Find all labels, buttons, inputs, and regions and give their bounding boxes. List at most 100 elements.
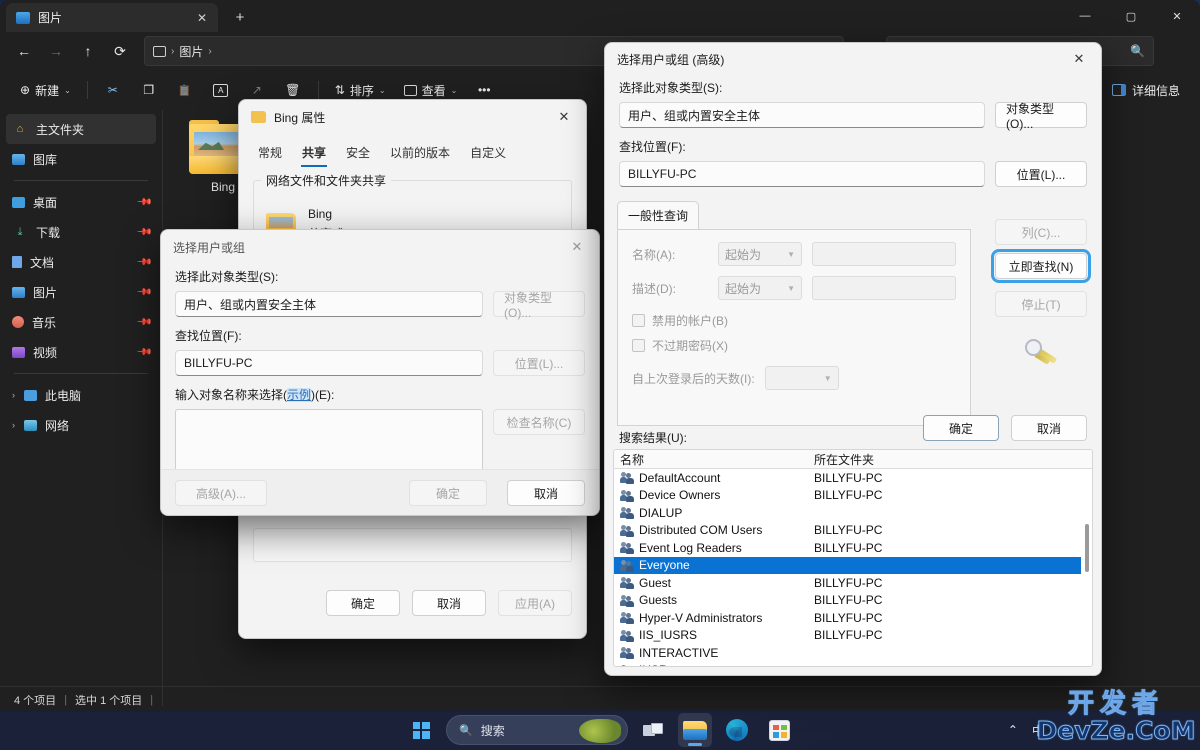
- object-type-field[interactable]: 用户、组或内置安全主体: [619, 102, 985, 128]
- show-hidden-icons-icon[interactable]: ⌃: [1008, 723, 1018, 737]
- sidebar-item-downloads[interactable]: ⤓ 下载 📌: [6, 217, 156, 247]
- sidebar-item-gallery[interactable]: 图库: [6, 144, 156, 174]
- tab-general[interactable]: 常规: [249, 138, 291, 168]
- description-input[interactable]: [812, 276, 956, 300]
- table-row[interactable]: Everyone: [614, 556, 1092, 574]
- forward-icon[interactable]: →: [40, 36, 72, 66]
- ok-button[interactable]: 确定: [409, 480, 487, 506]
- find-now-button[interactable]: 立即查找(N): [991, 249, 1091, 283]
- sidebar-item-network[interactable]: › 网络: [6, 410, 156, 440]
- table-row[interactable]: Guests BILLYFU-PC: [614, 592, 1092, 610]
- ok-button[interactable]: 确定: [923, 415, 999, 441]
- cut-button[interactable]: ✂: [96, 75, 130, 105]
- location-field[interactable]: BILLYFU-PC: [175, 350, 483, 376]
- non-expiring-password-checkbox[interactable]: 不过期密码(X): [632, 337, 956, 354]
- table-row[interactable]: INTERACTIVE: [614, 644, 1092, 662]
- table-row[interactable]: DefaultAccount BILLYFU-PC: [614, 469, 1092, 487]
- object-type-button[interactable]: 对象类型(O)...: [493, 291, 585, 320]
- back-icon[interactable]: ←: [8, 36, 40, 66]
- apply-button[interactable]: 应用(A): [498, 590, 572, 616]
- name-operator-select[interactable]: 起始为 ▼: [718, 242, 802, 266]
- explorer-tab-pictures[interactable]: 图片 ✕: [6, 3, 218, 32]
- file-explorer-taskbar-button[interactable]: [678, 713, 712, 747]
- close-icon[interactable]: ✕: [561, 234, 593, 260]
- pin-icon[interactable]: 📌: [135, 344, 152, 361]
- taskbar-search[interactable]: 🔍 搜索: [446, 715, 628, 745]
- details-pane-button[interactable]: 详细信息: [1104, 75, 1188, 105]
- close-icon[interactable]: ✕: [1063, 46, 1095, 72]
- chevron-right-icon[interactable]: ›: [12, 420, 15, 430]
- breadcrumb-current[interactable]: 图片: [179, 43, 203, 60]
- tab-customize[interactable]: 自定义: [461, 138, 515, 168]
- columns-button[interactable]: 列(C)...: [995, 219, 1087, 245]
- table-row[interactable]: Distributed COM Users BILLYFU-PC: [614, 522, 1092, 540]
- store-taskbar-button[interactable]: [762, 713, 796, 747]
- chevron-right-icon[interactable]: ›: [12, 390, 15, 400]
- description-operator-select[interactable]: 起始为 ▼: [718, 276, 802, 300]
- result-name: Event Log Readers: [639, 540, 742, 555]
- name-input[interactable]: [812, 242, 956, 266]
- tab-previous-versions[interactable]: 以前的版本: [381, 138, 459, 168]
- pin-icon[interactable]: 📌: [135, 314, 152, 331]
- advanced-button[interactable]: 高级(A)...: [175, 480, 267, 506]
- table-row[interactable]: Event Log Readers BILLYFU-PC: [614, 539, 1092, 557]
- start-button[interactable]: [404, 713, 438, 747]
- cancel-button[interactable]: 取消: [507, 480, 585, 506]
- tab-sharing[interactable]: 共享: [293, 138, 335, 168]
- new-tab-button[interactable]: +: [228, 6, 252, 28]
- sidebar-item-documents[interactable]: 文档 📌: [6, 247, 156, 277]
- search-results-list[interactable]: 名称 所在文件夹 DefaultAccount BILLYFU-PC Devic…: [613, 449, 1093, 667]
- sidebar-item-pictures[interactable]: 图片 📌: [6, 277, 156, 307]
- examples-link[interactable]: 示例: [287, 388, 312, 402]
- new-button[interactable]: ⊕ 新建 ⌄: [12, 75, 79, 105]
- tab-security[interactable]: 安全: [337, 138, 379, 168]
- cancel-button[interactable]: 取消: [412, 590, 486, 616]
- ime-indicator[interactable]: 中: [1032, 722, 1044, 739]
- sidebar-item-desktop[interactable]: 桌面 📌: [6, 187, 156, 217]
- pin-icon[interactable]: 📌: [135, 284, 152, 301]
- tab-common-queries[interactable]: 一般性查询: [617, 201, 700, 229]
- pin-icon[interactable]: 📌: [135, 254, 152, 271]
- days-since-logon-select[interactable]: ▼: [764, 366, 839, 390]
- up-icon[interactable]: ↑: [72, 36, 104, 66]
- close-icon[interactable]: ✕: [1154, 0, 1200, 32]
- location-button[interactable]: 位置(L)...: [493, 350, 585, 376]
- rename-button[interactable]: A: [204, 75, 238, 105]
- search-icon[interactable]: 🔍: [1130, 44, 1145, 58]
- close-icon[interactable]: ✕: [548, 104, 580, 130]
- object-names-input[interactable]: [175, 409, 483, 475]
- location-button[interactable]: 位置(L)...: [995, 161, 1087, 187]
- table-row[interactable]: Guest BILLYFU-PC: [614, 574, 1092, 592]
- sidebar-item-videos[interactable]: 视频 📌: [6, 337, 156, 367]
- sidebar-item-music[interactable]: 音乐 📌: [6, 307, 156, 337]
- table-row[interactable]: IUSR: [614, 662, 1092, 666]
- ok-button[interactable]: 确定: [326, 590, 400, 616]
- table-row[interactable]: DIALUP: [614, 504, 1092, 522]
- disabled-accounts-checkbox[interactable]: 禁用的帐户(B): [632, 312, 956, 329]
- table-row[interactable]: Device Owners BILLYFU-PC: [614, 487, 1092, 505]
- pin-icon[interactable]: 📌: [135, 224, 152, 241]
- paste-button[interactable]: 📋: [168, 75, 202, 105]
- refresh-icon[interactable]: ⟳: [104, 36, 136, 66]
- scrollbar-thumb[interactable]: [1085, 524, 1089, 572]
- sidebar-item-this-pc[interactable]: › 此电脑: [6, 380, 156, 410]
- task-view-button[interactable]: [636, 713, 670, 747]
- table-row[interactable]: IIS_IUSRS BILLYFU-PC: [614, 627, 1092, 645]
- column-header-name[interactable]: 名称: [614, 451, 814, 468]
- vertical-scrollbar[interactable]: [1081, 469, 1092, 666]
- sidebar-item-home[interactable]: ⌂ 主文件夹: [6, 114, 156, 144]
- table-row[interactable]: Hyper-V Administrators BILLYFU-PC: [614, 609, 1092, 627]
- object-type-field[interactable]: 用户、组或内置安全主体: [175, 291, 483, 317]
- column-header-folder[interactable]: 所在文件夹: [814, 451, 874, 468]
- copy-button[interactable]: ❐: [132, 75, 166, 105]
- stop-button[interactable]: 停止(T): [995, 291, 1087, 317]
- close-icon[interactable]: ✕: [192, 8, 212, 28]
- check-names-button[interactable]: 检查名称(C): [493, 409, 585, 435]
- maximize-icon[interactable]: ▢: [1108, 0, 1154, 32]
- object-type-button[interactable]: 对象类型(O)...: [995, 102, 1087, 131]
- minimize-icon[interactable]: —: [1062, 0, 1108, 32]
- pin-icon[interactable]: 📌: [135, 194, 152, 211]
- location-field[interactable]: BILLYFU-PC: [619, 161, 985, 187]
- cancel-button[interactable]: 取消: [1011, 415, 1087, 441]
- edge-taskbar-button[interactable]: [720, 713, 754, 747]
